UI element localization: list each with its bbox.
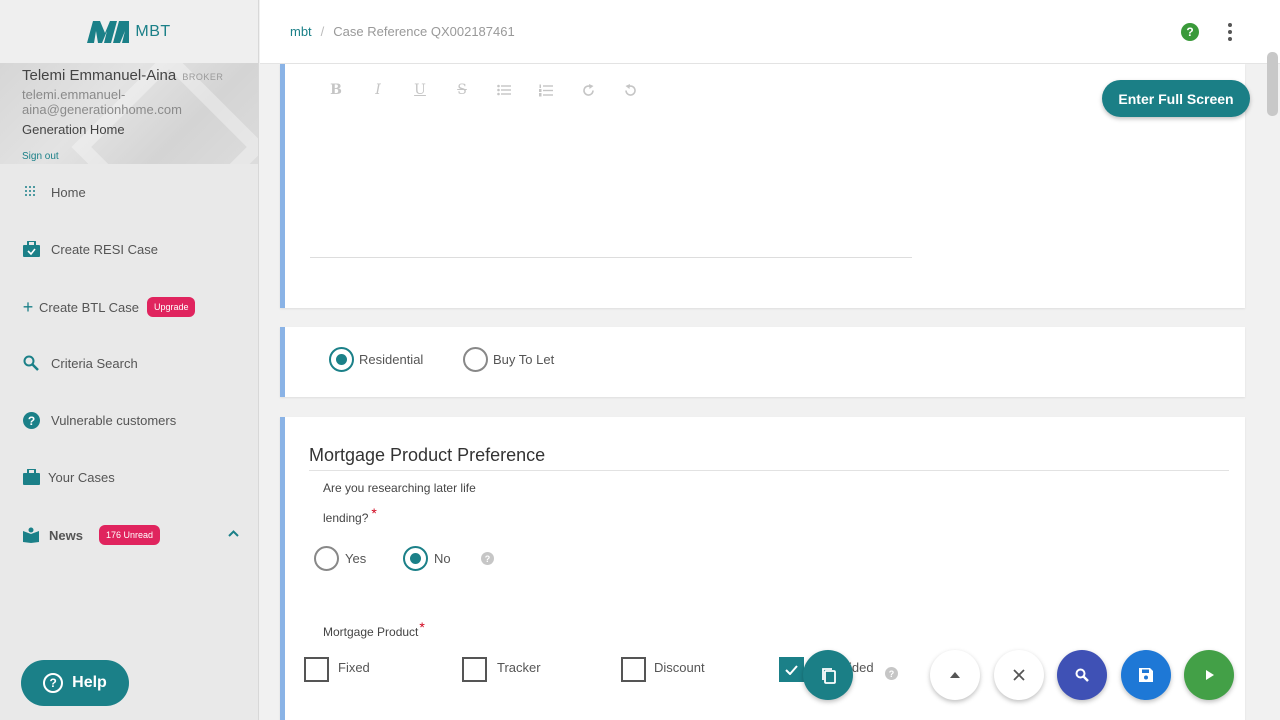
bold-button[interactable]: B (325, 80, 347, 100)
sidebar-item-vulnerable-customers[interactable]: ? Vulnerable customers (22, 411, 176, 429)
radio-label-buy-to-let: Buy To Let (493, 352, 555, 367)
chevron-up-icon[interactable] (228, 526, 239, 540)
radio-label-residential: Residential (359, 352, 424, 367)
sign-out-link[interactable]: Sign out (22, 151, 59, 162)
radio-label-no: No (434, 551, 451, 566)
sidebar-item-create-resi-case[interactable]: Create RESI Case (22, 240, 158, 258)
italic-button[interactable]: I (367, 80, 389, 100)
help-button-label: Help (72, 674, 107, 691)
close-icon (1013, 669, 1025, 681)
search-icon (22, 354, 40, 372)
checkbox-label-discount: Discount (654, 660, 705, 675)
checkbox-discount[interactable] (621, 657, 646, 682)
next-button[interactable] (1184, 650, 1234, 700)
logo-text: MBT (135, 22, 171, 40)
svg-text:?: ? (27, 414, 34, 428)
breadcrumb-root[interactable]: mbt (290, 24, 312, 39)
later-life-question-line2: lending? * (323, 505, 377, 525)
briefcase-icon (22, 468, 40, 486)
search-button[interactable] (1057, 650, 1107, 700)
caret-up-icon (950, 672, 960, 678)
grid-icon (22, 183, 40, 201)
redo-icon[interactable] (577, 80, 599, 100)
copy-button[interactable] (803, 650, 853, 700)
numbered-list-icon[interactable] (535, 80, 557, 100)
upgrade-badge[interactable]: Upgrade (146, 297, 196, 317)
radio-later-life-yes[interactable] (314, 546, 339, 571)
sidebar-item-label: Criteria Search (51, 355, 138, 371)
divider (309, 470, 1229, 471)
strikethrough-button[interactable]: S (451, 80, 473, 100)
sidebar-item-label: Your Cases (48, 469, 115, 485)
sidebar-item-your-cases[interactable]: Your Cases (22, 468, 115, 486)
editor-text-area[interactable] (310, 257, 912, 258)
copy-icon (821, 667, 836, 684)
sidebar: MBT Telemi Emmanuel-Aina BROKER telemi.e… (0, 0, 259, 720)
help-button[interactable]: ? Help (21, 660, 129, 706)
radio-later-life-no[interactable] (403, 546, 428, 571)
checkbox-fixed[interactable] (304, 657, 329, 682)
briefcase-check-icon (22, 240, 40, 258)
required-mark: * (371, 505, 377, 521)
news-unread-badge: 176 Unread (98, 525, 161, 545)
user-name: Telemi Emmanuel-Aina (22, 67, 177, 84)
plus-icon: + (22, 296, 34, 317)
radio-residential[interactable] (329, 347, 354, 372)
checkbox-label-tracker: Tracker (497, 660, 541, 675)
bulleted-list-icon[interactable] (493, 80, 515, 100)
book-icon (22, 526, 40, 544)
close-button[interactable] (994, 650, 1044, 700)
sidebar-item-news[interactable]: News 176 Unread (22, 525, 161, 545)
more-menu-icon[interactable] (1225, 21, 1235, 43)
sidebar-item-label: Home (51, 184, 86, 200)
undo-icon[interactable] (619, 80, 641, 100)
breadcrumb-separator: / (320, 24, 325, 39)
sidebar-item-home[interactable]: Home (22, 183, 86, 201)
sidebar-item-criteria-search[interactable]: Criteria Search (22, 354, 138, 372)
check-icon (785, 664, 798, 675)
editor-toolbar: B I U S (325, 80, 661, 100)
radio-label-yes: Yes (345, 551, 367, 566)
enter-full-screen-button[interactable]: Enter Full Screen (1102, 80, 1250, 117)
mortgage-product-label: Mortgage Product* (323, 619, 425, 639)
sidebar-item-label: Vulnerable customers (51, 412, 177, 428)
play-icon (1206, 670, 1214, 680)
case-type-card: Residential Buy To Let (280, 327, 1245, 397)
later-life-help-icon[interactable]: ? (481, 552, 494, 565)
section-title: Mortgage Product Preference (309, 445, 546, 465)
scrollbar-thumb[interactable] (1267, 52, 1278, 116)
scroll-up-button[interactable] (930, 650, 980, 700)
radio-buy-to-let[interactable] (463, 347, 488, 372)
search-icon (1075, 668, 1089, 682)
checkbox-tracker[interactable] (462, 657, 487, 682)
breadcrumb-current: Case Reference QX002187461 (333, 24, 515, 39)
later-life-question-line1: Are you researching later life (323, 481, 476, 495)
user-profile: Telemi Emmanuel-Aina BROKER telemi.emman… (0, 63, 258, 164)
sidebar-item-label: Create BTL Case (39, 299, 139, 315)
question-icon: ? (43, 673, 64, 693)
checkbox-guided[interactable] (779, 657, 804, 682)
checkbox-label-fixed: Fixed (338, 660, 370, 675)
user-company: Generation Home (22, 122, 125, 137)
help-circle-icon: ? (22, 411, 40, 429)
top-bar: mbt / Case Reference QX002187461 ? (260, 0, 1280, 64)
logo[interactable]: MBT (0, 0, 258, 63)
required-mark: * (419, 619, 425, 635)
user-role: BROKER (182, 72, 224, 82)
mbt-logo-icon (87, 20, 130, 43)
sidebar-item-label: News (49, 527, 83, 543)
save-button[interactable] (1121, 650, 1171, 700)
user-email: telemi.emmanuel-aina@generationhome.com (22, 87, 182, 117)
save-icon (1139, 668, 1153, 682)
product-help-icon[interactable]: ? (885, 667, 898, 680)
notes-editor-card: B I U S (280, 64, 1245, 308)
sidebar-item-label: Create RESI Case (51, 241, 158, 257)
help-icon[interactable]: ? (1181, 23, 1199, 41)
sidebar-item-create-btl-case[interactable]: + Create BTL Case Upgrade (22, 296, 196, 317)
underline-button[interactable]: U (409, 80, 431, 100)
